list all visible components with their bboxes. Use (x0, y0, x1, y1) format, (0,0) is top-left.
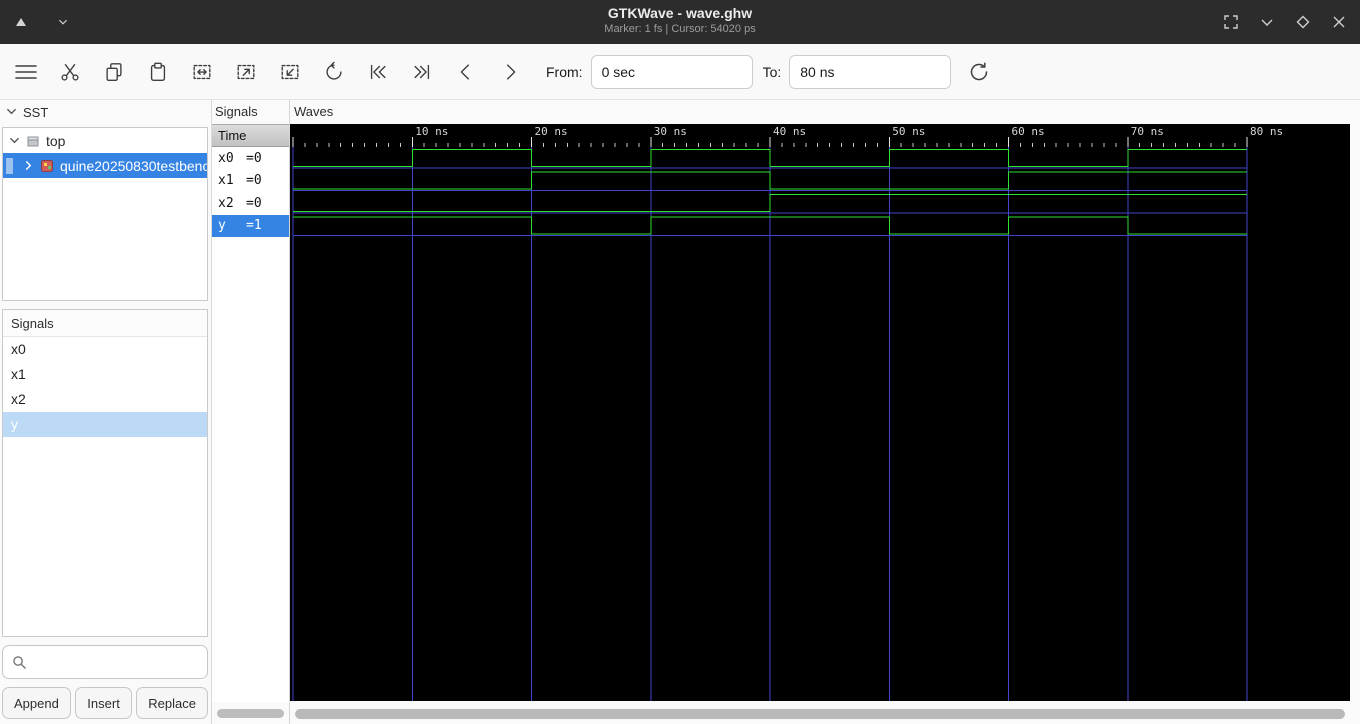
scroll-up-icon[interactable] (10, 11, 32, 33)
zoom-undo-icon[interactable] (316, 54, 352, 90)
edge-prev-icon[interactable] (448, 54, 484, 90)
waves-header: Waves (294, 104, 334, 119)
edge-first-icon[interactable] (360, 54, 396, 90)
tree-item-top[interactable]: top (3, 128, 207, 153)
svg-text:30 ns: 30 ns (654, 125, 687, 138)
svg-text:80 ns: 80 ns (1250, 125, 1283, 138)
to-input[interactable] (789, 54, 952, 89)
edge-last-icon[interactable] (404, 54, 440, 90)
chevron-down-small-icon[interactable] (52, 11, 74, 33)
signal-search-input[interactable] (34, 654, 198, 670)
wave-row-label-x2[interactable]: x2 =0 (212, 192, 289, 215)
wave-row-value: =0 (246, 173, 262, 189)
wave-canvas[interactable]: 10 ns 20 ns 30 ns 40 ns 50 ns 60 ns 70 ns 80 ns (290, 124, 1350, 701)
waveform-svg[interactable]: 10 ns 20 ns 30 ns 40 ns 50 ns 60 ns 70 ns 80 ns (290, 124, 1350, 701)
titlebar: GTKWave - wave.ghw Marker: 1 fs | Cursor… (0, 0, 1360, 44)
sst-title: SST (23, 105, 49, 120)
expander-right-icon[interactable] (23, 158, 34, 174)
paste-icon[interactable] (140, 54, 176, 90)
signal-buttons: Append Insert Replace (2, 687, 208, 719)
zoom-fit-icon[interactable] (184, 54, 220, 90)
close-icon[interactable] (1328, 11, 1350, 33)
menu-icon[interactable] (8, 54, 44, 90)
svg-text:60 ns: 60 ns (1012, 125, 1045, 138)
tree-item-label: top (46, 132, 66, 149)
svg-text:50 ns: 50 ns (892, 125, 925, 138)
wave-row-value: =0 (246, 195, 262, 211)
cut-icon[interactable] (52, 54, 88, 90)
wave-row-label-y[interactable]: y =1 (212, 214, 289, 237)
copy-icon[interactable] (96, 54, 132, 90)
signal-item-x0[interactable]: x0 (3, 337, 207, 362)
append-button[interactable]: Append (2, 687, 71, 719)
names-column-header: Signals (215, 104, 258, 119)
insert-button[interactable]: Insert (75, 687, 132, 719)
time-header-cell: Time (212, 124, 289, 147)
waves-hscrollbar[interactable] (295, 709, 1345, 719)
names-hscrollbar[interactable] (217, 709, 284, 718)
signal-name-rows: x0 =0 x1 =0 x2 =0 y =1 (212, 147, 289, 702)
sst-signals-panel: Signals x0 x1 x2 y (2, 309, 208, 637)
tree-item-testbench[interactable]: quine20250830testbench (3, 153, 207, 178)
wave-row-value: =0 (246, 150, 262, 166)
expander-down-icon[interactable] (9, 133, 20, 149)
tree-item-label: quine20250830testbench (60, 157, 207, 174)
signal-search-box[interactable] (2, 645, 208, 679)
snap-window-icon[interactable] (1220, 11, 1242, 33)
wave-row-label-x0[interactable]: x0 =0 (212, 147, 289, 170)
svg-text:40 ns: 40 ns (773, 125, 806, 138)
to-label: To: (762, 63, 782, 80)
sst-sidebar: SST top quine20250830testbench Signals x… (0, 100, 212, 724)
search-icon (13, 655, 26, 669)
edge-next-icon[interactable] (492, 54, 528, 90)
reload-icon[interactable] (961, 54, 997, 90)
sst-header: SST (6, 105, 48, 120)
replace-button[interactable]: Replace (136, 687, 208, 719)
window-title: GTKWave - wave.ghw (607, 5, 753, 21)
maximize-diamond-icon[interactable] (1292, 11, 1314, 33)
sst-tree: top quine20250830testbench (2, 127, 208, 301)
module-box-icon (27, 136, 39, 146)
sst-collapse-icon[interactable] (6, 105, 17, 120)
minimize-chevron-icon[interactable] (1256, 11, 1278, 33)
wave-row-value: =1 (246, 218, 262, 234)
zoom-in-icon[interactable] (228, 54, 264, 90)
wave-row-label-x1[interactable]: x1 =0 (212, 170, 289, 193)
zoom-out-icon[interactable] (272, 54, 308, 90)
signal-item-y[interactable]: y (3, 412, 207, 437)
signal-item-x1[interactable]: x1 (3, 362, 207, 387)
toolbar: From: To: (0, 44, 1360, 100)
signal-item-x2[interactable]: x2 (3, 387, 207, 412)
svg-text:10 ns: 10 ns (415, 125, 448, 138)
waves-panel: Waves 10 ns 20 ns 30 ns 40 ns 50 ns 60 ns 70 n… (290, 100, 1360, 724)
testbench-chip-icon (41, 159, 53, 172)
svg-text:70 ns: 70 ns (1131, 125, 1164, 138)
from-input[interactable] (590, 54, 753, 89)
signals-panel-header: Signals (3, 310, 207, 337)
svg-text:20 ns: 20 ns (535, 125, 568, 138)
signal-names-column: Signals Time x0 =0 x1 =0 x2 =0 y =1 (212, 100, 290, 724)
marker-cursor-status: Marker: 1 fs | Cursor: 54020 ps (604, 23, 756, 35)
from-label: From: (546, 63, 583, 80)
